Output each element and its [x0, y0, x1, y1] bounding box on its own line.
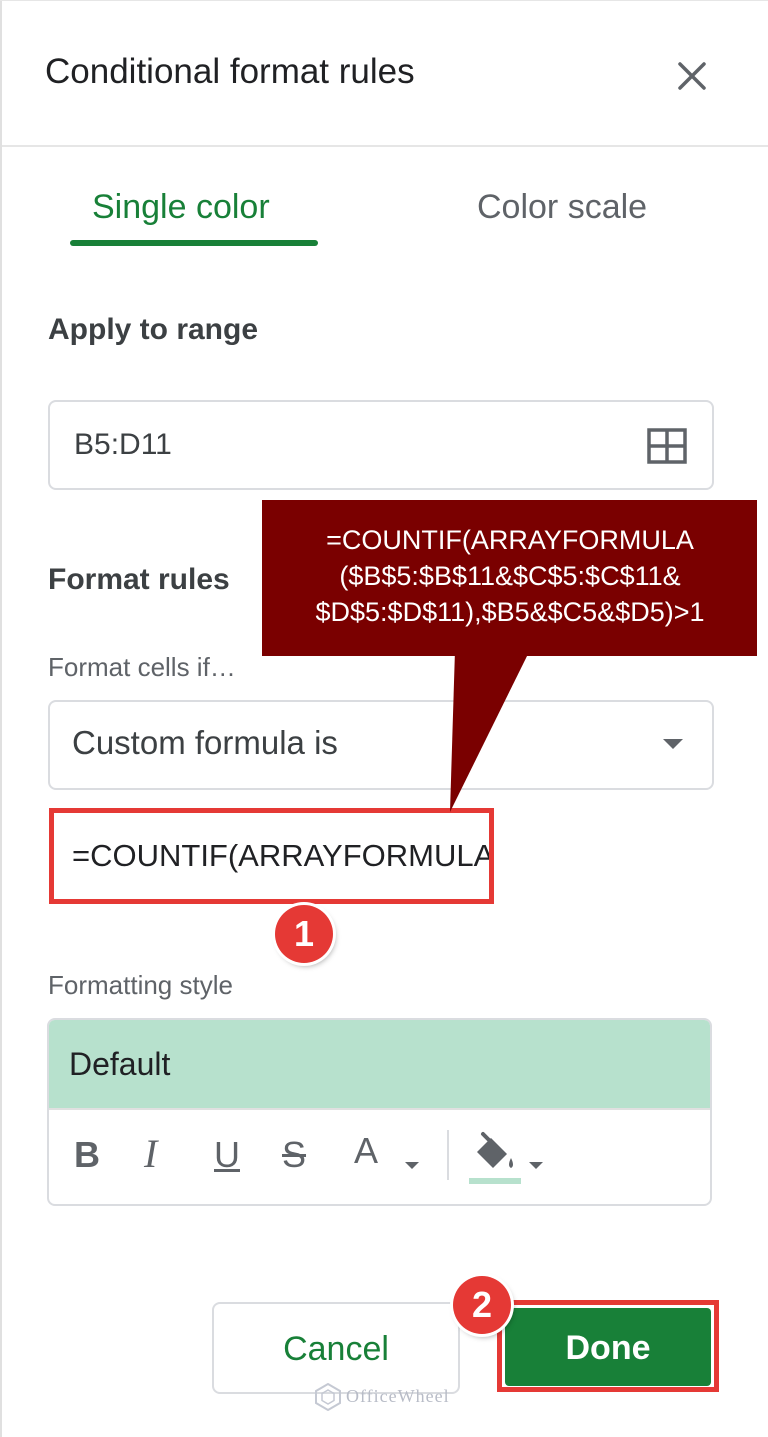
- cancel-button[interactable]: Cancel: [212, 1302, 460, 1394]
- step-badge-1: 1: [275, 905, 333, 963]
- italic-icon[interactable]: I: [144, 1130, 157, 1177]
- panel-top-border: [0, 0, 768, 1]
- conditional-format-panel: Conditional format rules Single color Co…: [0, 0, 768, 1437]
- formatting-style-box: Default B I U S A: [47, 1018, 712, 1206]
- apply-to-range-label: Apply to range: [48, 313, 259, 346]
- format-rules-label: Format rules: [48, 563, 230, 596]
- fill-color-caret-icon[interactable]: [529, 1162, 543, 1169]
- bold-icon[interactable]: B: [74, 1134, 100, 1176]
- panel-title: Conditional format rules: [45, 52, 415, 91]
- style-preview-text: Default: [69, 1046, 171, 1082]
- formatting-style-label: Formatting style: [48, 970, 233, 1000]
- custom-formula-input[interactable]: [49, 808, 494, 904]
- tab-single-color[interactable]: Single color: [92, 188, 270, 227]
- underline-icon[interactable]: U: [214, 1134, 240, 1176]
- panel-left-border: [0, 0, 2, 1437]
- text-color-icon[interactable]: A: [354, 1130, 378, 1172]
- done-button[interactable]: Done: [505, 1308, 711, 1386]
- active-tab-indicator: [70, 240, 318, 246]
- toolbar-divider: [49, 1108, 710, 1110]
- caret-down-icon: [663, 739, 683, 749]
- watermark-logo-icon: [315, 1383, 341, 1411]
- format-cells-if-label: Format cells if…: [48, 652, 236, 682]
- text-color-caret-icon[interactable]: [405, 1162, 419, 1169]
- grid-select-icon[interactable]: [647, 428, 687, 464]
- formula-callout-text: =COUNTIF(ARRAYFORMULA ($B$5:$B$11&$C$5:$…: [315, 525, 705, 627]
- condition-dropdown[interactable]: Custom formula is: [48, 700, 714, 790]
- close-icon[interactable]: [672, 56, 712, 96]
- strikethrough-icon[interactable]: S: [282, 1134, 306, 1176]
- step-badge-2: 2: [453, 1276, 511, 1334]
- watermark-text: OfficeWheel: [346, 1386, 450, 1406]
- range-input[interactable]: B5:D11: [48, 400, 714, 490]
- tab-color-scale[interactable]: Color scale: [477, 188, 647, 227]
- header-divider: [2, 145, 768, 147]
- condition-value: Custom formula is: [72, 724, 338, 761]
- style-preview[interactable]: Default: [49, 1020, 710, 1108]
- fill-color-icon[interactable]: [469, 1128, 521, 1186]
- toolbar-separator: [447, 1130, 449, 1180]
- range-value: B5:D11: [74, 428, 172, 461]
